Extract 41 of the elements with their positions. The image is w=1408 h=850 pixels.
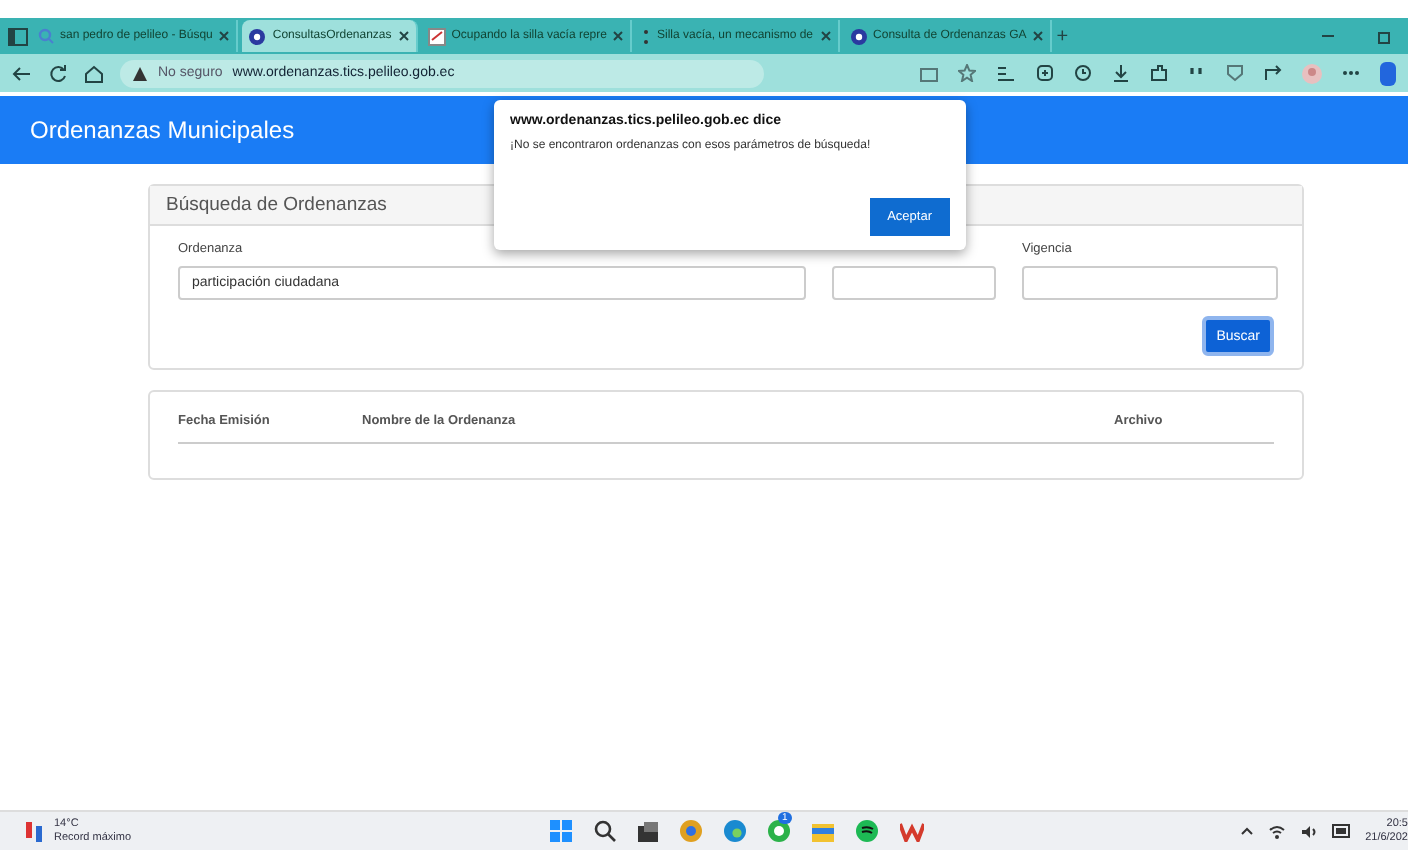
music-app-icon[interactable]	[856, 820, 878, 842]
history-icon[interactable]	[1074, 64, 1092, 82]
task-view-icon[interactable]	[638, 821, 658, 841]
input-field[interactable]	[832, 266, 996, 300]
chat-app-icon[interactable]	[768, 820, 790, 842]
chevron-up-icon[interactable]	[1239, 826, 1254, 836]
office-app-icon[interactable]	[900, 820, 924, 842]
globe-icon	[849, 27, 868, 45]
battery-icon[interactable]	[1331, 824, 1352, 838]
back-icon[interactable]	[12, 63, 32, 83]
share-icon[interactable]	[1264, 64, 1282, 82]
folder-icon[interactable]	[812, 821, 834, 841]
close-icon[interactable]	[819, 30, 832, 42]
shield-icon[interactable]	[1226, 64, 1244, 82]
wifi-icon[interactable]	[1267, 823, 1286, 839]
close-icon[interactable]	[1032, 30, 1045, 42]
warning-icon	[132, 65, 148, 81]
tab-actions-icon[interactable]	[8, 27, 28, 45]
close-icon[interactable]	[612, 30, 625, 42]
thermometer-icon	[24, 819, 44, 843]
download-icon[interactable]	[1112, 64, 1130, 82]
star-icon[interactable]	[958, 64, 976, 82]
collections-icon[interactable]	[1036, 64, 1054, 82]
search-icon[interactable]	[594, 820, 616, 842]
refresh-icon[interactable]	[48, 63, 68, 83]
more-icon[interactable]	[1342, 70, 1360, 76]
input-field[interactable]	[1022, 266, 1278, 300]
dots-icon	[642, 27, 651, 45]
new-tab-button[interactable]: +	[1056, 25, 1069, 47]
reader-icon[interactable]	[920, 65, 938, 81]
close-icon[interactable]	[218, 30, 231, 42]
favorites-icon[interactable]	[996, 64, 1016, 82]
speaker-icon[interactable]	[1299, 823, 1318, 839]
start-icon[interactable]	[550, 820, 572, 842]
restore-icon[interactable]	[1376, 28, 1392, 44]
search-icon	[38, 28, 54, 44]
extensions-icon[interactable]	[1150, 64, 1168, 82]
globe-icon	[248, 27, 267, 45]
close-icon[interactable]	[397, 30, 410, 42]
document-icon	[427, 27, 446, 45]
home-icon[interactable]	[84, 63, 104, 83]
